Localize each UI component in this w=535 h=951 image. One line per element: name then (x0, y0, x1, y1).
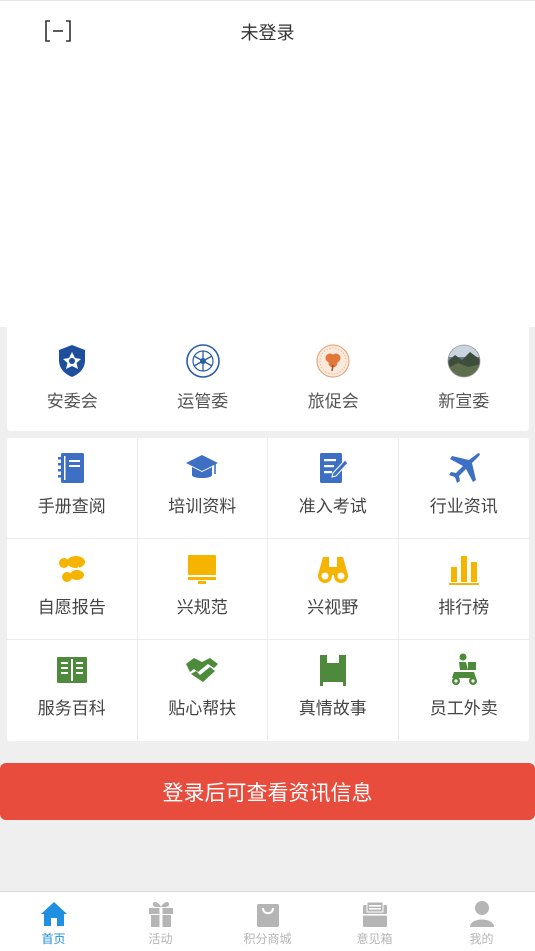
feature-grid: 手册查阅 培训资料 准入考试 行业资讯 自愿报告 兴规范 兴视野 排行榜 服务百… (7, 438, 529, 741)
tab-mine[interactable]: 我的 (428, 892, 535, 951)
operations-committee-logo (185, 344, 220, 378)
user-icon (469, 901, 494, 927)
safety-committee-logo (59, 345, 86, 377)
menu-item-vision[interactable]: 兴视野 (268, 539, 399, 640)
menu-label: 兴规范 (176, 598, 228, 618)
shopping-bag-icon (256, 904, 279, 927)
gift-icon (148, 902, 173, 927)
home-icon (40, 902, 67, 926)
exam-icon (319, 453, 349, 483)
committee-label: 安委会 (46, 392, 98, 412)
tab-activity[interactable]: 活动 (107, 892, 214, 951)
menu-item-encyclopedia[interactable]: 服务百科 (7, 640, 138, 741)
tab-label: 活动 (148, 932, 173, 946)
suggestion-box-icon (362, 901, 387, 927)
menu-item-training[interactable]: 培训资料 (137, 438, 268, 539)
menu-label: 排行榜 (438, 598, 490, 618)
committee-bar: 安委会 运管委 旅促会 新宣委 (7, 327, 529, 431)
menu-label: 贴心帮扶 (168, 699, 237, 719)
menu-label: 服务百科 (37, 699, 106, 719)
menu-item-voluntary-report[interactable]: 自愿报告 (7, 539, 138, 640)
header: 未登录 (0, 0, 535, 327)
menu-item-leaderboard[interactable]: 排行榜 (398, 539, 529, 640)
story-flag-icon (319, 655, 346, 686)
report-icon (58, 556, 85, 582)
menu-item-manual[interactable]: 手册查阅 (7, 438, 138, 539)
committee-publicity[interactable]: 新宣委 (399, 327, 530, 431)
bar-chart-icon (448, 556, 479, 585)
bottom-tab-bar: 首页 活动 积分商城 意见箱 我的 (0, 891, 535, 951)
graduation-cap-icon (186, 455, 219, 478)
delivery-icon (451, 653, 477, 685)
monitor-icon (188, 555, 217, 584)
tourism-council-logo (316, 344, 350, 378)
menu-label: 真情故事 (298, 699, 367, 719)
committee-safety[interactable]: 安委会 (7, 327, 138, 431)
tab-label: 我的 (469, 932, 494, 946)
publicity-committee-logo (447, 344, 481, 378)
committee-tourism[interactable]: 旅促会 (268, 327, 399, 431)
tab-home[interactable]: 首页 (0, 892, 107, 951)
committee-label: 新宣委 (438, 392, 490, 412)
committee-operations[interactable]: 运管委 (138, 327, 269, 431)
menu-label: 准入考试 (298, 497, 367, 517)
tab-label: 意见箱 (356, 932, 393, 946)
menu-item-standards[interactable]: 兴规范 (137, 539, 268, 640)
menu-item-takeout[interactable]: 员工外卖 (399, 640, 530, 741)
book-icon (56, 657, 87, 683)
menu-label: 自愿报告 (37, 598, 106, 618)
page-title: 未登录 (240, 23, 295, 44)
menu-item-industry-news[interactable]: 行业资讯 (398, 438, 529, 539)
committee-label: 旅促会 (307, 392, 359, 412)
menu-label: 兴视野 (307, 598, 359, 618)
menu-item-support[interactable]: 贴心帮扶 (138, 640, 268, 741)
manual-icon (57, 453, 84, 483)
menu-label: 员工外卖 (429, 699, 498, 719)
tab-label: 积分商城 (243, 932, 292, 946)
binoculars-icon (317, 557, 348, 583)
tab-points-mall[interactable]: 积分商城 (214, 892, 321, 951)
airplane-icon (448, 453, 480, 483)
menu-item-stories[interactable]: 真情故事 (268, 640, 399, 741)
handshake-icon (186, 658, 219, 682)
committee-label: 运管委 (177, 392, 229, 412)
menu-label: 培训资料 (168, 497, 237, 517)
tab-suggestion-box[interactable]: 意见箱 (321, 892, 428, 951)
tab-label: 首页 (41, 932, 66, 946)
menu-label: 手册查阅 (37, 497, 106, 517)
login-button[interactable]: 登录后可查看资讯信息 (0, 763, 535, 820)
menu-label: 行业资讯 (429, 497, 498, 517)
menu-item-exam[interactable]: 准入考试 (268, 438, 399, 539)
